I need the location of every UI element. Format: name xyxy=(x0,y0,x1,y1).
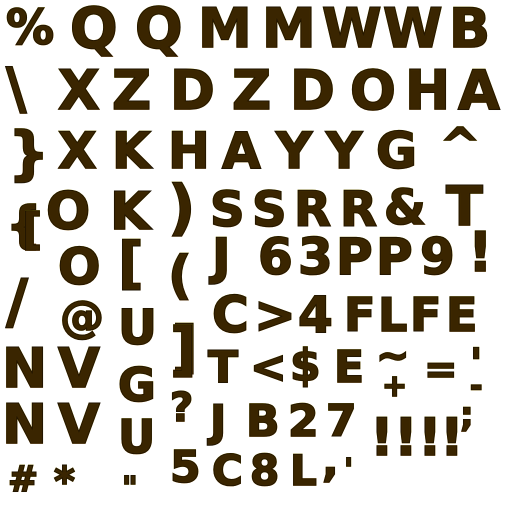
glyph-percent: % xyxy=(5,0,55,56)
glyph-4: 4 xyxy=(297,286,333,344)
glyph-j: J xyxy=(209,396,227,447)
glyph-6: 6 xyxy=(257,228,293,286)
glyph-9: 9 xyxy=(419,228,455,286)
glyph-plus: + xyxy=(381,369,408,404)
glyph-u: U xyxy=(117,300,158,356)
glyph-r: R xyxy=(293,182,332,238)
glyph-z: Z xyxy=(111,59,152,122)
glyph-h: H xyxy=(404,59,451,122)
glyph-b: B xyxy=(245,396,280,447)
glyph-asterisk: * xyxy=(53,459,76,505)
glyph-t: T xyxy=(207,342,239,393)
glyph-less-than: < xyxy=(249,342,287,393)
glyph-g: G xyxy=(117,358,156,412)
glyph-k: K xyxy=(111,122,151,180)
glyph-double-quote: " xyxy=(121,471,138,506)
glyph-w: W xyxy=(382,0,443,60)
glyph-q: Q xyxy=(69,0,118,62)
glyph-z: Z xyxy=(231,59,272,122)
glyph-l: L xyxy=(377,288,408,342)
glyph-a: A xyxy=(457,59,500,122)
glyph-v: V xyxy=(57,393,100,456)
glyph-s: S xyxy=(209,182,245,238)
glyph-exclamation: ! xyxy=(417,408,442,468)
glyph-o: O xyxy=(45,182,91,242)
glyph-e: E xyxy=(445,288,478,342)
glyph-8: 8 xyxy=(249,446,280,495)
glyph-apostrophe: ' xyxy=(343,453,354,488)
glyph-ampersand: & xyxy=(383,180,426,236)
glyph-comma: , xyxy=(321,436,339,487)
glyph-hash: # xyxy=(7,459,39,500)
glyph-m: M xyxy=(261,0,316,60)
glyph-e: E xyxy=(333,342,365,393)
glyph-exclamation: ! xyxy=(369,408,394,468)
glyph-h: H xyxy=(167,122,210,180)
glyph-backslash: \ xyxy=(5,57,27,122)
glyph-o: O xyxy=(57,238,101,296)
glyph-caret: ^ xyxy=(439,118,481,174)
glyph-5: 5 xyxy=(169,442,201,493)
glyph-n: N xyxy=(1,393,48,456)
glyph-v: V xyxy=(57,337,100,400)
glyph-at: @ xyxy=(59,292,105,343)
glyph-question: ? xyxy=(169,385,194,431)
glyph-sprite-sheet: % Q Q M M W W B \ X Z D Z D O H A } X K … xyxy=(0,0,512,512)
glyph-3: 3 xyxy=(297,228,333,286)
glyph-2: 2 xyxy=(287,396,319,447)
glyph-y: Y xyxy=(325,122,363,180)
glyph-l: L xyxy=(289,446,317,495)
glyph-g: G xyxy=(375,122,418,180)
glyph-c: C xyxy=(211,286,249,344)
glyph-d: D xyxy=(289,59,335,122)
glyph-paren-right: ) xyxy=(167,173,196,243)
glyph-dollar: $ xyxy=(289,340,321,391)
glyph-bracket-left: [ xyxy=(117,231,144,296)
glyph-j: J xyxy=(211,228,231,286)
glyph-s: S xyxy=(251,182,287,238)
glyph-f: F xyxy=(409,288,442,342)
glyph-r: R xyxy=(339,182,378,238)
glyph-p: P xyxy=(375,228,413,286)
glyph-y: Y xyxy=(275,122,313,180)
glyph-hyphen: - xyxy=(469,369,483,404)
glyph-m: M xyxy=(197,0,252,60)
glyph-bracket-right: ] xyxy=(169,315,197,383)
glyph-brace-right: } xyxy=(7,119,50,187)
glyph-p: P xyxy=(335,228,373,286)
glyph-x: X xyxy=(57,122,97,180)
glyph-u: U xyxy=(117,410,156,464)
glyph-exclamation: ! xyxy=(467,221,493,284)
glyph-slash: / xyxy=(5,267,29,337)
glyph-bracket-left: [ xyxy=(21,204,43,255)
glyph-equals: = xyxy=(423,347,458,393)
glyph-w: W xyxy=(321,0,382,60)
glyph-o: O xyxy=(349,59,397,122)
glyph-c: C xyxy=(211,446,243,495)
glyph-f: F xyxy=(343,288,376,342)
glyph-x: X xyxy=(57,59,100,122)
glyph-paren-left: ( xyxy=(167,246,192,306)
glyph-exclamation: ! xyxy=(393,408,418,468)
glyph-d: D xyxy=(169,59,215,122)
glyph-a: A xyxy=(221,122,261,180)
glyph-greater-than: > xyxy=(253,286,297,344)
glyph-b: B xyxy=(448,0,491,60)
glyph-n: N xyxy=(1,337,48,400)
glyph-q: Q xyxy=(134,0,183,62)
